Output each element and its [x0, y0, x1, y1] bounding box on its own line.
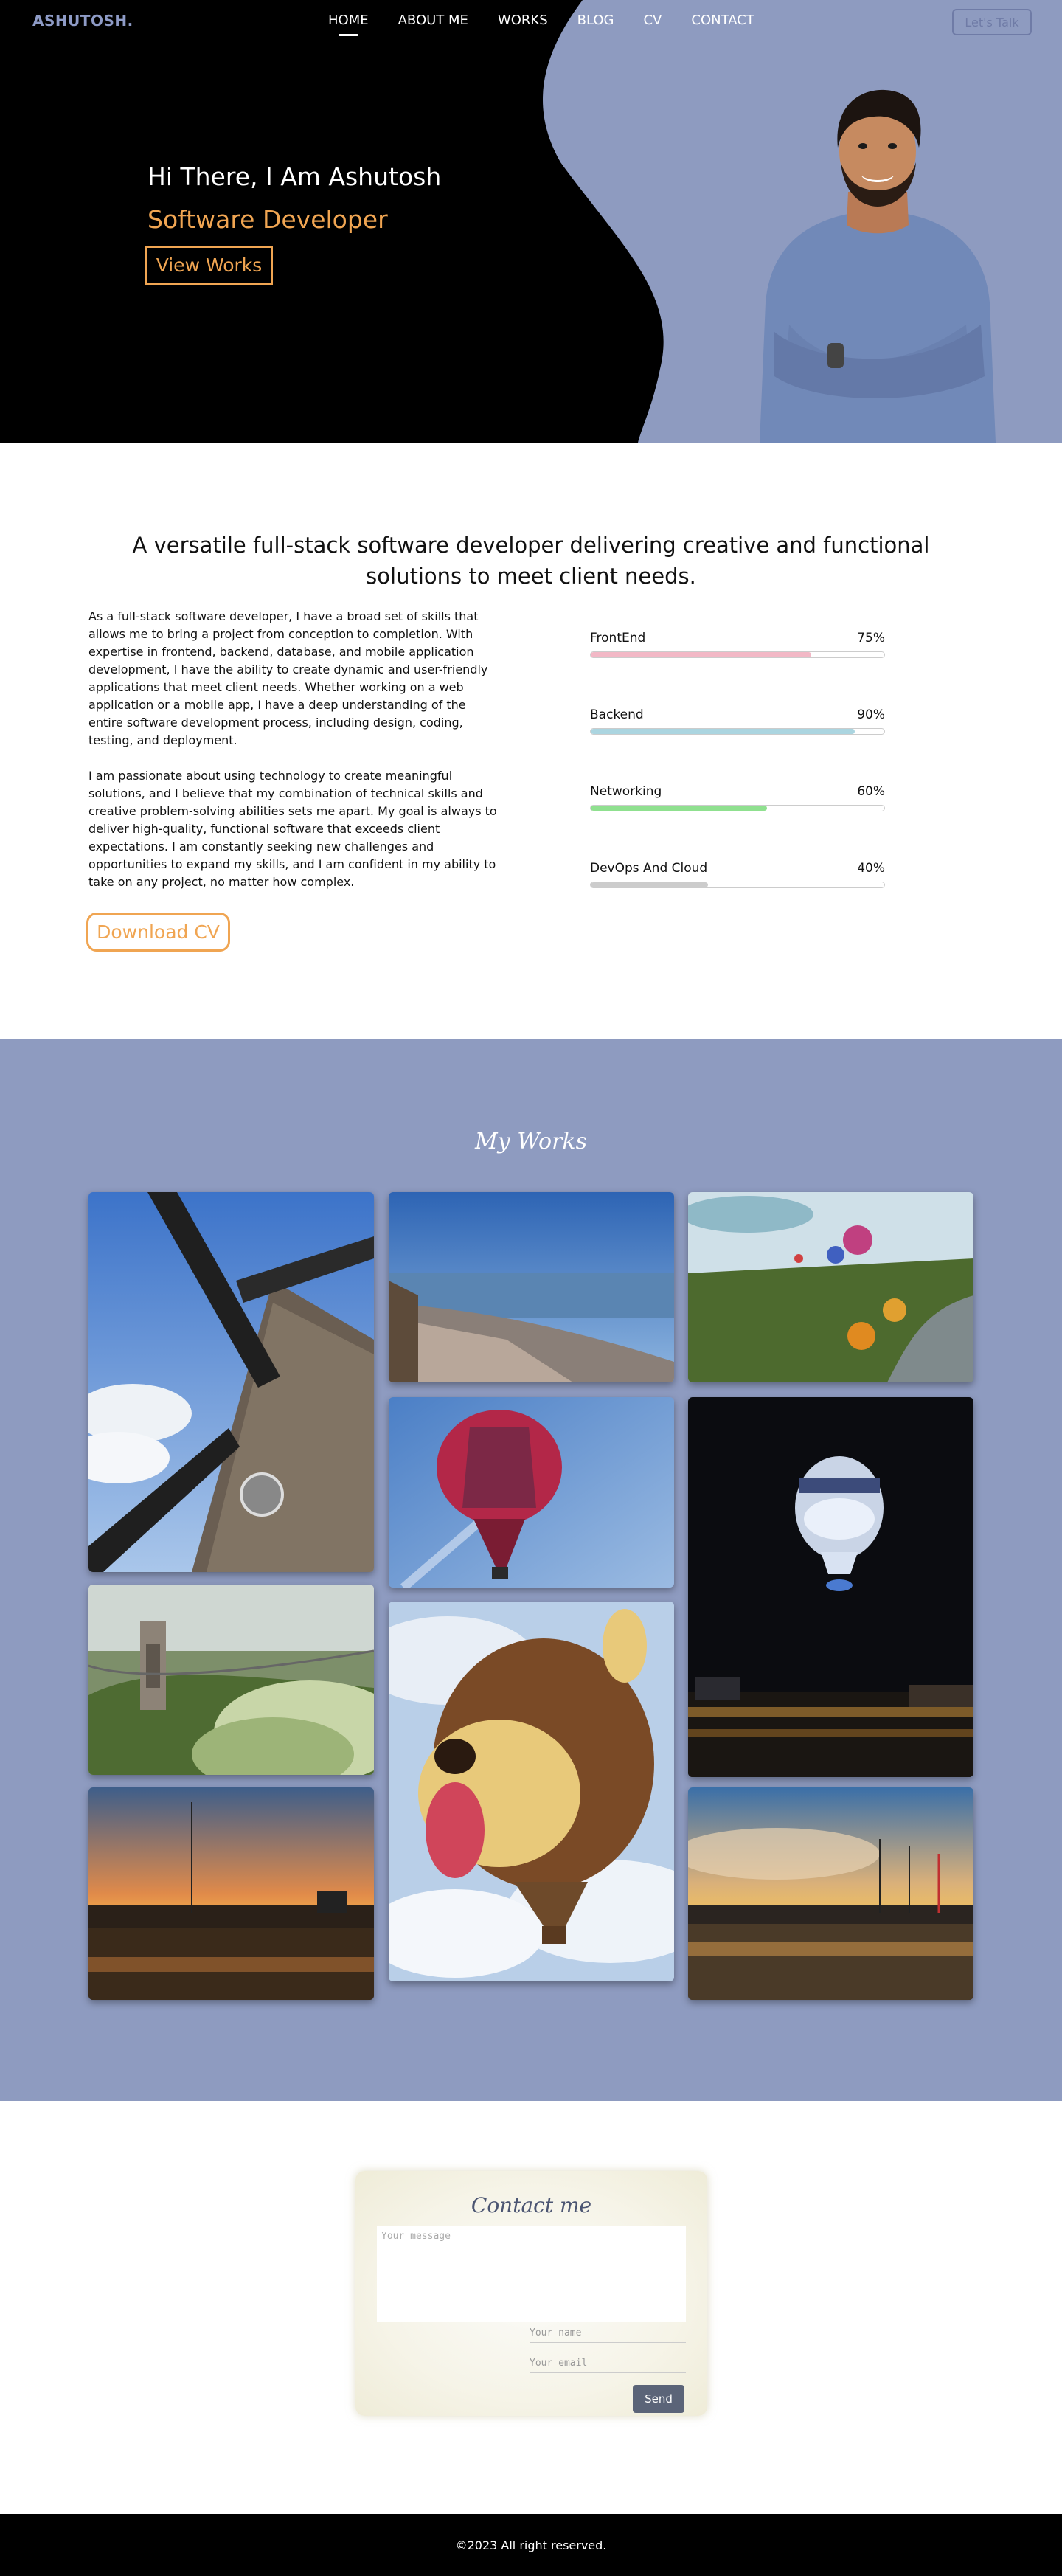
skill-name: Networking [590, 784, 662, 799]
skill-item: FrontEnd 75% [590, 631, 885, 707]
work-photo-windmill[interactable] [88, 1192, 374, 1572]
view-works-button[interactable]: View Works [145, 246, 273, 285]
work-photo-dog-balloon[interactable] [389, 1602, 674, 1981]
skill-bar [590, 882, 885, 888]
work-photo-red-balloon[interactable] [389, 1397, 674, 1588]
nav-blog[interactable]: BLOG [577, 13, 614, 28]
skills-list: FrontEnd 75% Backend 90% Networking 60% … [590, 631, 885, 938]
work-photo-marina-sunset[interactable] [88, 1787, 374, 2000]
skill-name: FrontEnd [590, 631, 646, 645]
footer: ©2023 All right reserved. [0, 2514, 1062, 2576]
top-nav: ASHUTOSH. HOME ABOUT ME WORKS BLOG CV CO… [0, 0, 1062, 43]
about-paragraph: As a full-stack software developer, I ha… [88, 609, 488, 747]
about-section: A versatile full-stack software develope… [0, 443, 1062, 1039]
contact-title: Contact me [471, 2193, 592, 2217]
skill-item: Networking 60% [590, 784, 885, 861]
about-text: As a full-stack software developer, I ha… [88, 608, 502, 909]
nav-home[interactable]: HOME [328, 13, 369, 36]
work-photo-balloon-festival[interactable] [688, 1192, 974, 1382]
site-logo[interactable]: ASHUTOSH. [32, 12, 133, 30]
contact-section: Contact me Your message Your name Your e… [0, 2101, 1062, 2514]
send-button[interactable]: Send [633, 2385, 684, 2413]
nav-about[interactable]: ABOUT ME [398, 13, 468, 28]
skill-bar-fill [591, 729, 856, 734]
work-photo-night-balloon[interactable] [688, 1397, 974, 1777]
skill-bar-fill [591, 652, 811, 657]
hero-section: ASHUTOSH. HOME ABOUT ME WORKS BLOG CV CO… [0, 0, 1062, 443]
work-photo-harbor-sunset[interactable] [688, 1787, 974, 2000]
about-paragraph: I am passionate about using technology t… [88, 769, 497, 889]
skill-percent: 60% [857, 784, 885, 799]
hero-greeting: Hi There, I Am Ashutosh [148, 162, 442, 191]
work-photo-city-river[interactable] [389, 1192, 674, 1382]
works-section: My Works [0, 1039, 1062, 2101]
lets-talk-button[interactable]: Let's Talk [952, 9, 1032, 35]
message-field[interactable]: Your message [377, 2226, 686, 2322]
contact-card: Contact me Your message Your name Your e… [355, 2171, 707, 2416]
nav-contact[interactable]: CONTACT [691, 13, 754, 28]
email-field[interactable]: Your email [530, 2355, 686, 2373]
skill-item: Backend 90% [590, 707, 885, 784]
skill-percent: 40% [857, 861, 885, 876]
skill-bar-fill [591, 806, 767, 811]
skill-bar [590, 805, 885, 811]
skill-bar-fill [591, 882, 709, 887]
skill-name: DevOps And Cloud [590, 861, 708, 876]
name-field[interactable]: Your name [530, 2325, 686, 2343]
skill-item: DevOps And Cloud 40% [590, 861, 885, 938]
skill-percent: 75% [857, 631, 885, 645]
skill-percent: 90% [857, 707, 885, 722]
nav-links: HOME ABOUT ME WORKS BLOG CV CONTACT [328, 13, 784, 36]
download-cv-button[interactable]: Download CV [86, 913, 230, 952]
hero-role: Software Developer [148, 205, 388, 234]
works-title: My Works [475, 1129, 587, 1154]
portrait-image [760, 89, 996, 443]
copyright-text: ©2023 All right reserved. [455, 2538, 607, 2552]
work-photo-bridge[interactable] [88, 1585, 374, 1775]
nav-cv[interactable]: CV [643, 13, 662, 28]
nav-works[interactable]: WORKS [498, 13, 548, 28]
about-title: A versatile full-stack software develope… [132, 533, 930, 589]
skill-bar [590, 728, 885, 735]
skill-name: Backend [590, 707, 644, 722]
skill-bar [590, 651, 885, 658]
